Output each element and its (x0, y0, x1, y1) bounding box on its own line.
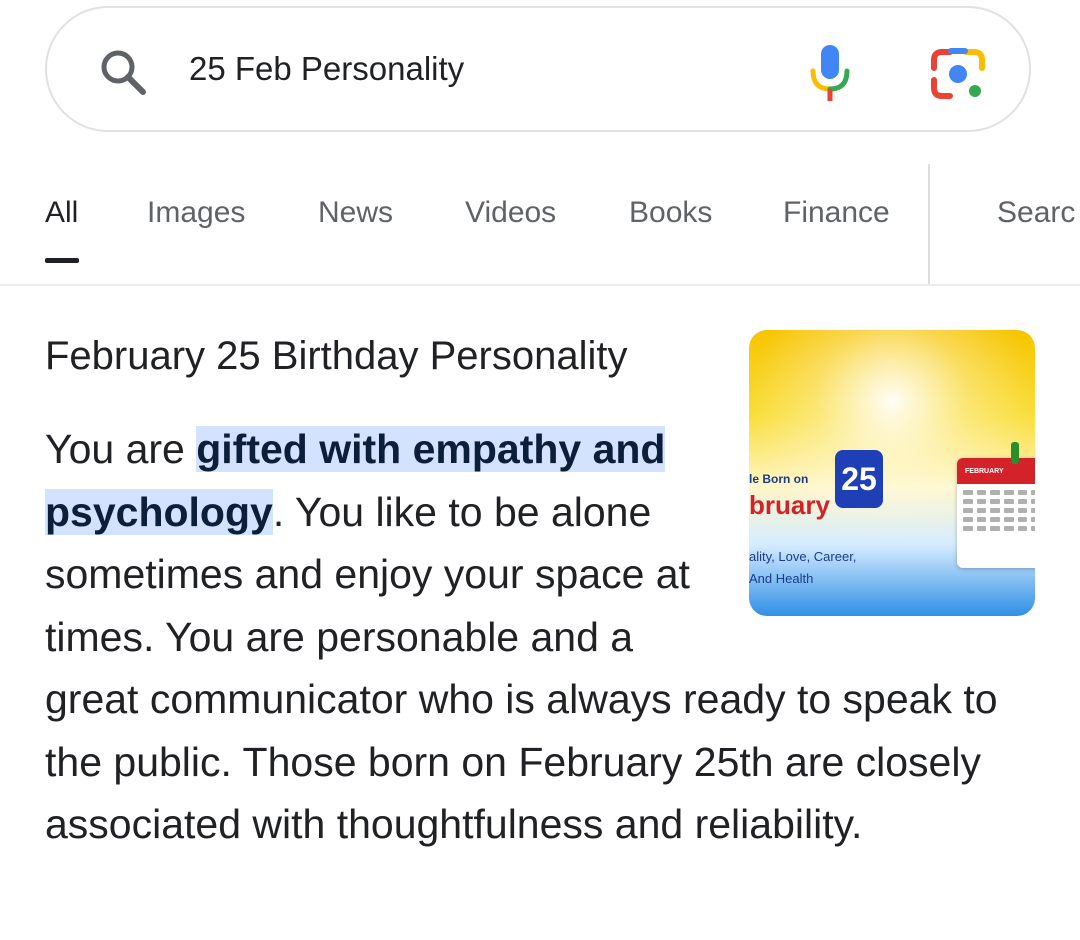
tab-books[interactable]: Books (629, 196, 712, 230)
tab-news[interactable]: News (318, 196, 393, 230)
tab-search-tools[interactable]: Searc (997, 196, 1075, 230)
snippet-prefix: You are (45, 426, 197, 472)
calendar-grid (957, 484, 1035, 537)
search-icon[interactable] (97, 46, 149, 98)
active-tab-indicator (45, 258, 79, 263)
result-title[interactable]: February 25 Birthday Personality (45, 334, 628, 379)
thumbnail-date-badge: 25 (835, 450, 883, 508)
thumbnail-text-line4: And Health (749, 571, 814, 586)
calendar-month: FEBRUARY (957, 458, 1035, 484)
tabs-divider (928, 164, 930, 284)
tabs-border (0, 284, 1080, 286)
tab-videos[interactable]: Videos (465, 196, 556, 230)
tab-all[interactable]: All (45, 196, 78, 230)
search-input[interactable]: 25 Feb Personality (189, 50, 464, 88)
featured-snippet: le Born on bruary 25 ality, Love, Career… (45, 330, 1035, 856)
calendar-icon: FEBRUARY (957, 458, 1035, 568)
search-bar[interactable]: 25 Feb Personality (45, 6, 1031, 132)
search-tabs: All Images News Videos Books Finance Sea… (0, 160, 1080, 286)
google-lens-icon[interactable] (930, 46, 986, 102)
tab-images[interactable]: Images (147, 196, 245, 230)
tab-finance[interactable]: Finance (783, 196, 890, 230)
mic-icon[interactable] (805, 43, 855, 103)
result-thumbnail[interactable]: le Born on bruary 25 ality, Love, Career… (749, 330, 1035, 616)
calendar-pin-icon (1011, 442, 1019, 464)
